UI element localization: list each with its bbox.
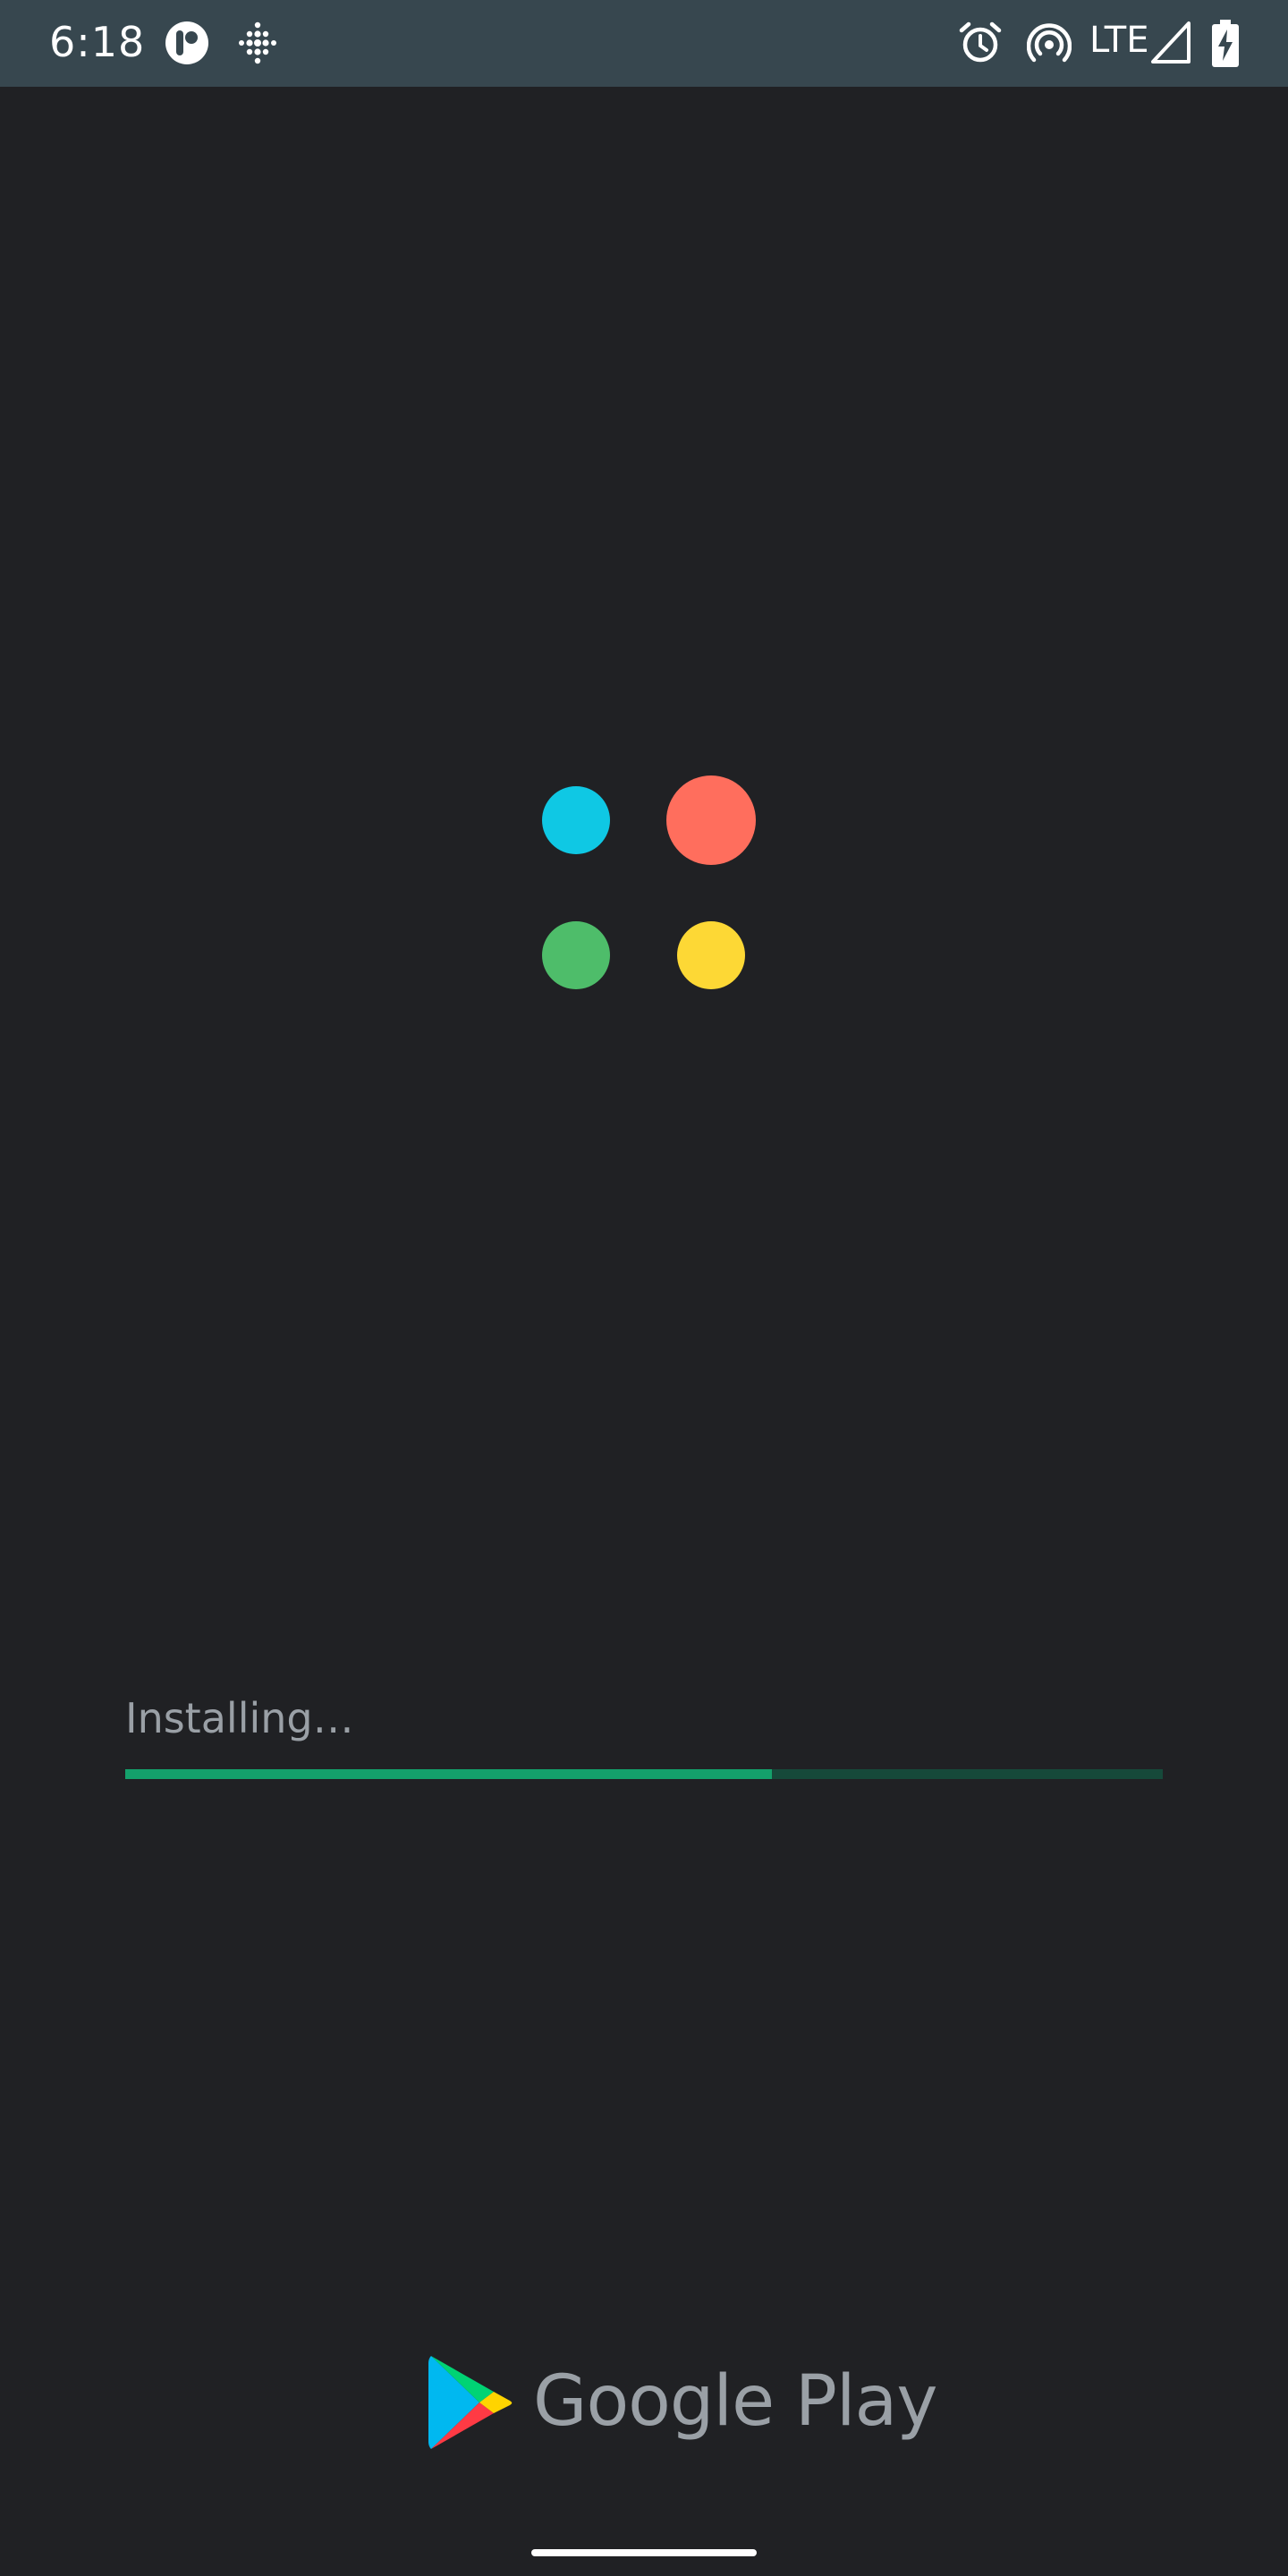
google-play-text: Google Play xyxy=(533,2361,938,2442)
logo-dot-green xyxy=(542,921,610,989)
status-time: 6:18 xyxy=(49,18,146,66)
logo-dot-coral xyxy=(666,775,756,865)
google-play-icon xyxy=(428,2356,513,2449)
alarm-icon xyxy=(959,21,1002,63)
install-progress-fill xyxy=(125,1769,772,1779)
status-bar: 6:18 LTE xyxy=(0,0,1288,87)
logo-dot-cyan xyxy=(542,786,610,854)
app-notification-icon xyxy=(165,21,208,64)
fitbit-icon xyxy=(239,21,276,64)
cellular-signal-icon xyxy=(1151,21,1191,64)
home-gesture-bar[interactable] xyxy=(531,2549,757,2556)
install-progress-bar xyxy=(125,1769,1163,1779)
battery-charging-icon xyxy=(1212,20,1239,67)
network-type-label: LTE xyxy=(1089,20,1149,61)
install-status-label: Installing… xyxy=(125,1694,354,1742)
logo-dot-yellow xyxy=(677,921,745,989)
hotspot-icon xyxy=(1027,23,1072,63)
